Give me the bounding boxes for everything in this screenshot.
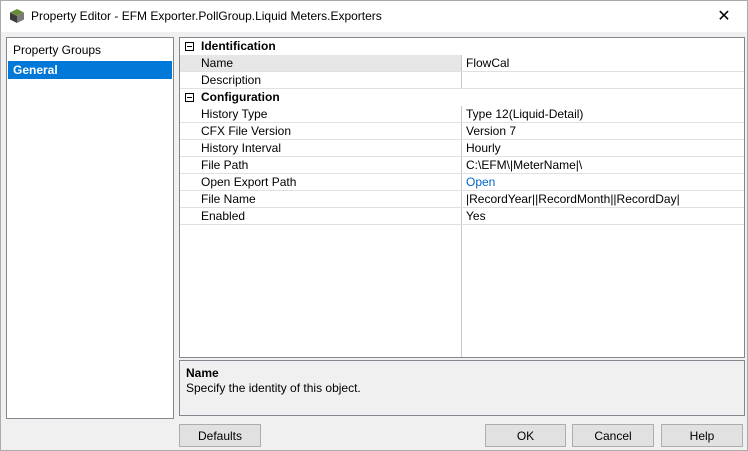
property-row-history-type[interactable]: History Type Type 12(Liquid-Detail) [180, 106, 744, 123]
close-button[interactable]: ✕ [701, 1, 747, 31]
property-name: Name [180, 55, 461, 71]
property-editor-window: Property Editor - EFM Exporter.PollGroup… [0, 0, 748, 451]
property-row-name[interactable]: Name FlowCal [180, 55, 744, 72]
property-row-open-export-path[interactable]: Open Export Path Open [180, 174, 744, 191]
property-name: Description [180, 72, 461, 88]
property-value-cfx-file-version[interactable]: Version 7 [462, 123, 744, 139]
property-name: History Interval [180, 140, 461, 156]
property-name: History Type [180, 106, 461, 122]
category-identification[interactable]: Identification [180, 38, 744, 55]
property-value-history-interval[interactable]: Hourly [462, 140, 744, 156]
property-row-history-interval[interactable]: History Interval Hourly [180, 140, 744, 157]
property-value-name[interactable]: FlowCal [462, 55, 744, 71]
property-value-enabled[interactable]: Yes [462, 208, 744, 224]
property-name: File Path [180, 157, 461, 173]
title-bar[interactable]: Property Editor - EFM Exporter.PollGroup… [1, 1, 747, 32]
property-value-file-path[interactable]: C:\EFM\|MeterName|\ [462, 157, 744, 173]
close-icon: ✕ [717, 8, 731, 25]
category-label: Identification [201, 39, 276, 53]
property-name: Enabled [180, 208, 461, 224]
help-button[interactable]: Help [661, 424, 743, 447]
property-row-enabled[interactable]: Enabled Yes [180, 208, 744, 225]
property-value-file-name[interactable]: |RecordYear||RecordMonth||RecordDay| [462, 191, 744, 207]
property-row-description[interactable]: Description [180, 72, 744, 89]
property-row-file-path[interactable]: File Path C:\EFM\|MeterName|\ [180, 157, 744, 174]
property-row-file-name[interactable]: File Name |RecordYear||RecordMonth||Reco… [180, 191, 744, 208]
property-row-cfx-file-version[interactable]: CFX File Version Version 7 [180, 123, 744, 140]
property-grid: Identification Name FlowCal Description … [179, 37, 745, 358]
property-groups-panel: Property Groups General [6, 37, 174, 419]
property-value-description[interactable] [462, 72, 744, 88]
category-label: Configuration [201, 90, 280, 104]
property-name: CFX File Version [180, 123, 461, 139]
description-title: Name [186, 366, 219, 380]
window-title: Property Editor - EFM Exporter.PollGroup… [31, 9, 382, 23]
property-groups-header: Property Groups [13, 43, 102, 57]
description-pane: Name Specify the identity of this object… [179, 360, 745, 416]
property-name: Open Export Path [180, 174, 461, 190]
collapse-icon[interactable] [185, 93, 194, 102]
cancel-button[interactable]: Cancel [572, 424, 654, 447]
ok-button[interactable]: OK [485, 424, 566, 447]
open-export-path-link[interactable]: Open [462, 174, 744, 190]
collapse-icon[interactable] [185, 42, 194, 51]
defaults-button[interactable]: Defaults [179, 424, 261, 447]
description-text: Specify the identity of this object. [186, 381, 361, 395]
property-value-history-type[interactable]: Type 12(Liquid-Detail) [462, 106, 744, 122]
property-name: File Name [180, 191, 461, 207]
property-group-general[interactable]: General [8, 61, 172, 79]
app-cube-icon [9, 8, 25, 24]
category-configuration[interactable]: Configuration [180, 89, 744, 106]
